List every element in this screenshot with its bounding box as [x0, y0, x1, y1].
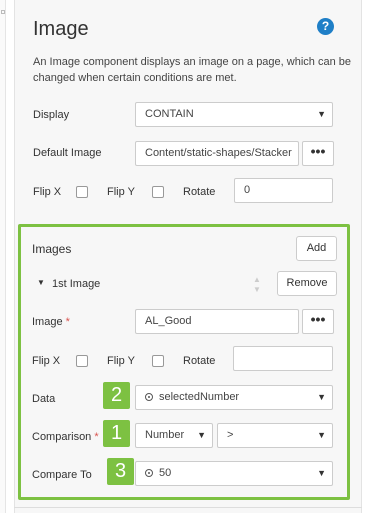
step-badge-1: 1 — [103, 420, 130, 447]
required-mark: * — [65, 316, 70, 328]
help-icon[interactable]: ? — [317, 18, 334, 35]
comparison-type-select[interactable]: Number ▼ — [135, 423, 213, 448]
item-rotate-input[interactable] — [233, 346, 333, 371]
add-image-button[interactable]: Add — [296, 236, 337, 261]
divider — [14, 507, 362, 508]
item-flip-x-label: Flip X — [32, 355, 61, 367]
data-label: Data — [32, 393, 56, 405]
default-image-input[interactable]: Content/static-shapes/Stacker — [135, 141, 299, 166]
flip-x-label: Flip X — [33, 186, 62, 198]
reorder-handle-icon[interactable]: ▲ ▼ — [252, 275, 262, 297]
flip-y-checkbox[interactable] — [152, 186, 164, 198]
default-image-label: Default Image — [33, 147, 102, 159]
comparison-label: Comparison * — [32, 431, 99, 443]
item-flip-x-checkbox[interactable] — [76, 355, 88, 367]
data-select[interactable]: selectedNumber ▼ — [135, 385, 333, 410]
chevron-down-icon: ▼ — [317, 468, 326, 478]
remove-image-button[interactable]: Remove — [277, 271, 337, 296]
item-rotate-label: Rotate — [183, 355, 216, 367]
images-section: Images Add ▼ 1st Image Remove Image * AL… — [18, 224, 350, 500]
triangle-down-icon[interactable]: ▼ — [37, 278, 45, 287]
step-badge-3: 3 — [107, 458, 134, 485]
flip-x-checkbox[interactable] — [76, 186, 88, 198]
compare-to-label: Compare To — [32, 469, 92, 481]
comparison-type-value: Number — [145, 429, 185, 441]
chevron-down-icon: ▼ — [317, 109, 326, 119]
item-image-label: Image * — [32, 316, 70, 328]
display-select[interactable]: CONTAIN ▼ — [135, 102, 333, 127]
comparison-operator-select[interactable]: > ▼ — [217, 423, 333, 448]
step-badge-2: 2 — [103, 382, 130, 409]
display-label: Display — [33, 109, 70, 121]
comparison-operator-value: > — [227, 429, 234, 441]
comparison-label-text: Comparison — [32, 431, 92, 443]
frame-marker — [1, 10, 5, 14]
item-image-browse-button[interactable]: ••• — [302, 309, 334, 334]
required-mark: * — [94, 431, 99, 443]
chevron-down-icon: ▼ — [317, 430, 326, 440]
data-value: selectedNumber — [159, 391, 240, 403]
display-value: CONTAIN — [145, 108, 194, 120]
compare-to-select[interactable]: 50 ▼ — [135, 461, 333, 486]
chevron-down-icon: ▼ — [197, 430, 206, 440]
item-image-label-text: Image — [32, 316, 63, 328]
compare-binding-icon — [145, 469, 153, 477]
images-section-title: Images — [32, 242, 72, 256]
panel-description: An Image component displays an image on … — [33, 56, 351, 84]
chevron-down-icon: ▼ — [317, 392, 326, 402]
flip-y-label: Flip Y — [107, 186, 135, 198]
rotate-label: Rotate — [183, 186, 216, 198]
rotate-input[interactable]: 0 — [234, 178, 333, 203]
data-binding-icon — [145, 393, 153, 401]
left-frame-edge — [0, 0, 6, 513]
item-flip-y-checkbox[interactable] — [152, 355, 164, 367]
panel-title: Image — [33, 18, 89, 40]
item-image-input[interactable]: AL_Good — [135, 309, 299, 334]
image-item-name[interactable]: 1st Image — [52, 278, 100, 290]
default-image-browse-button[interactable]: ••• — [302, 141, 334, 166]
compare-to-value: 50 — [159, 467, 172, 479]
item-flip-y-label: Flip Y — [107, 355, 135, 367]
